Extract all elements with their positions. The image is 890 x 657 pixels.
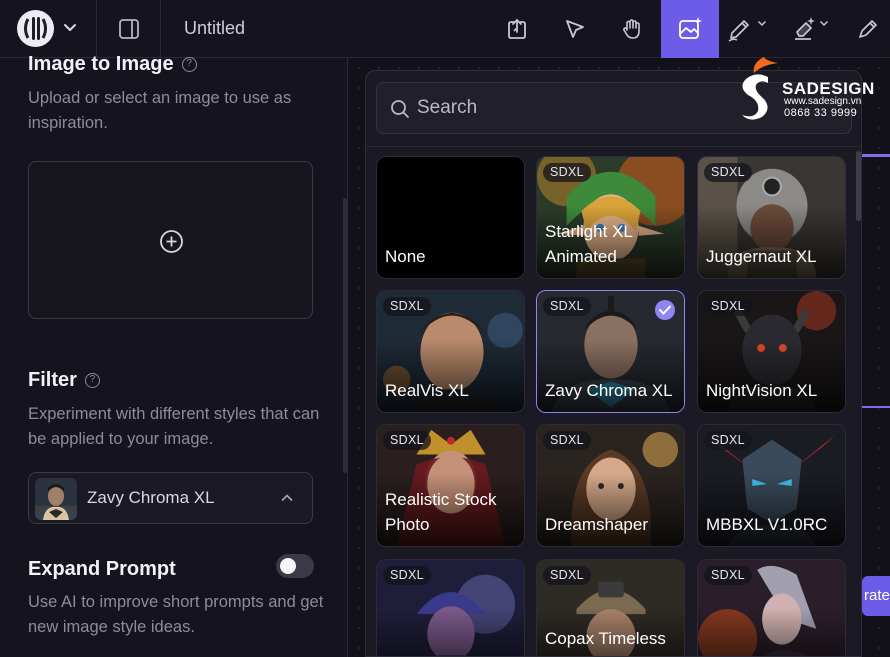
model-card-realistic-stock-photo[interactable]: SDXL Realistic Stock Photo bbox=[376, 424, 525, 547]
sdxl-badge: SDXL bbox=[704, 566, 752, 585]
pen-icon bbox=[728, 20, 749, 42]
model-card-label: Realistic Stock Photo bbox=[385, 490, 497, 534]
model-card-none[interactable]: None bbox=[376, 156, 525, 279]
pan-tool-button[interactable] bbox=[607, 0, 657, 58]
model-card-label: NightVision XL bbox=[706, 381, 818, 400]
model-card-label: None bbox=[385, 247, 426, 266]
image-generate-icon bbox=[679, 17, 702, 39]
pen-tool-button[interactable] bbox=[722, 0, 776, 58]
add-circle-icon bbox=[160, 230, 183, 253]
sdxl-badge: SDXL bbox=[543, 431, 591, 450]
document-title[interactable]: Untitled bbox=[184, 18, 245, 39]
model-card-unnamed[interactable]: SDXL bbox=[697, 559, 846, 656]
chevron-up-icon bbox=[281, 494, 293, 501]
chevron-down-icon bbox=[819, 20, 829, 27]
select-tool-button[interactable] bbox=[550, 0, 600, 58]
filter-thumbnail bbox=[35, 478, 77, 520]
search-input[interactable] bbox=[417, 83, 717, 133]
sdxl-badge: SDXL bbox=[543, 297, 591, 316]
canvas-frame-edge bbox=[862, 154, 890, 157]
sdxl-badge: SDXL bbox=[704, 431, 752, 450]
sdxl-badge: SDXL bbox=[383, 566, 431, 585]
image-upload-dropzone[interactable] bbox=[28, 161, 313, 319]
sdxl-badge: SDXL bbox=[704, 297, 752, 316]
model-card-zavy-chroma-xl[interactable]: SDXL Zavy Chroma XL bbox=[536, 290, 685, 413]
pan-hand-icon bbox=[623, 19, 640, 39]
chevron-down-icon bbox=[64, 24, 76, 31]
eraser-icon bbox=[795, 17, 815, 40]
watermark-url: www.sadesign.vn bbox=[784, 96, 862, 107]
canvas-frame-edge bbox=[862, 406, 890, 408]
export-button[interactable] bbox=[492, 0, 542, 58]
brush-icon bbox=[859, 20, 877, 38]
sadesign-watermark: SADESIGN www.sadesign.vn 0868 33 9999 bbox=[732, 53, 882, 125]
sdxl-badge: SDXL bbox=[543, 163, 591, 182]
model-card-mbbxl-v1-0rc[interactable]: SDXL MBBXL V1.0RC bbox=[697, 424, 846, 547]
model-card-label: Starlight XL Animated bbox=[545, 222, 633, 266]
image-to-image-description: Upload or select an image to use as insp… bbox=[28, 89, 292, 132]
toggle-panel-button[interactable] bbox=[97, 0, 161, 58]
model-card-label: Zavy Chroma XL bbox=[545, 381, 673, 400]
expand-prompt-heading: Expand Prompt bbox=[28, 558, 176, 580]
panel-scrollbar[interactable] bbox=[343, 198, 347, 473]
image-to-image-heading: Image to Image? bbox=[28, 53, 197, 76]
top-toolbar: Untitled bbox=[0, 0, 890, 58]
filter-selected-label: Zavy Chroma XL bbox=[87, 488, 215, 507]
search-icon bbox=[391, 100, 409, 118]
brush-tool-button[interactable] bbox=[846, 0, 890, 58]
model-card-copax-timeless[interactable]: SDXL Copax Timeless bbox=[536, 559, 685, 656]
sdxl-badge: SDXL bbox=[383, 297, 431, 316]
model-card-unnamed[interactable]: SDXL bbox=[376, 559, 525, 656]
model-card-dreamshaper[interactable]: SDXL Dreamshaper bbox=[536, 424, 685, 547]
export-icon bbox=[508, 18, 526, 39]
model-card-label: RealVis XL bbox=[385, 381, 469, 400]
settings-panel: Image to Image? Upload or select an imag… bbox=[0, 53, 348, 657]
app-logo-icon bbox=[17, 10, 54, 47]
help-icon[interactable]: ? bbox=[181, 57, 197, 73]
model-card-juggernaut-xl[interactable]: SDXL Juggernaut XL bbox=[697, 156, 846, 279]
model-card-label: MBBXL V1.0RC bbox=[706, 515, 828, 534]
model-card-realvis-xl[interactable]: SDXL RealVis XL bbox=[376, 290, 525, 413]
sdxl-badge: SDXL bbox=[543, 566, 591, 585]
model-card-nightvision-xl[interactable]: SDXL NightVision XL bbox=[697, 290, 846, 413]
model-card-label: Copax Timeless bbox=[545, 629, 666, 648]
dropdown-scrollbar[interactable] bbox=[856, 151, 861, 221]
selected-check-icon bbox=[655, 300, 675, 320]
chevron-down-icon bbox=[757, 20, 767, 27]
sdxl-badge: SDXL bbox=[383, 431, 431, 450]
select-arrow-icon bbox=[566, 20, 584, 38]
help-icon[interactable]: ? bbox=[84, 373, 100, 389]
expand-prompt-description: Use AI to improve short prompts and get … bbox=[28, 593, 324, 636]
app-menu[interactable] bbox=[0, 0, 97, 58]
filter-dropdown: None SDXL Starlight XL Animated bbox=[365, 70, 862, 657]
sidebar-panel-icon bbox=[119, 19, 139, 39]
model-card-starlight-xl-animated[interactable]: SDXL Starlight XL Animated bbox=[536, 156, 685, 279]
eraser-tool-button[interactable] bbox=[786, 0, 840, 58]
sdxl-badge: SDXL bbox=[704, 163, 752, 182]
generate-button[interactable]: rate bbox=[862, 576, 890, 616]
dropdown-divider bbox=[366, 146, 861, 147]
watermark-phone: 0868 33 9999 bbox=[784, 107, 858, 119]
filter-select[interactable]: Zavy Chroma XL bbox=[28, 472, 313, 524]
image-generate-tool-button[interactable] bbox=[661, 0, 719, 58]
sadesign-logo-icon bbox=[742, 57, 778, 120]
filter-description: Experiment with different styles that ca… bbox=[28, 405, 320, 448]
model-card-label: Juggernaut XL bbox=[706, 247, 817, 266]
filter-heading: Filter? bbox=[28, 369, 100, 392]
expand-prompt-toggle[interactable] bbox=[276, 554, 314, 578]
model-card-label: Dreamshaper bbox=[545, 515, 648, 534]
